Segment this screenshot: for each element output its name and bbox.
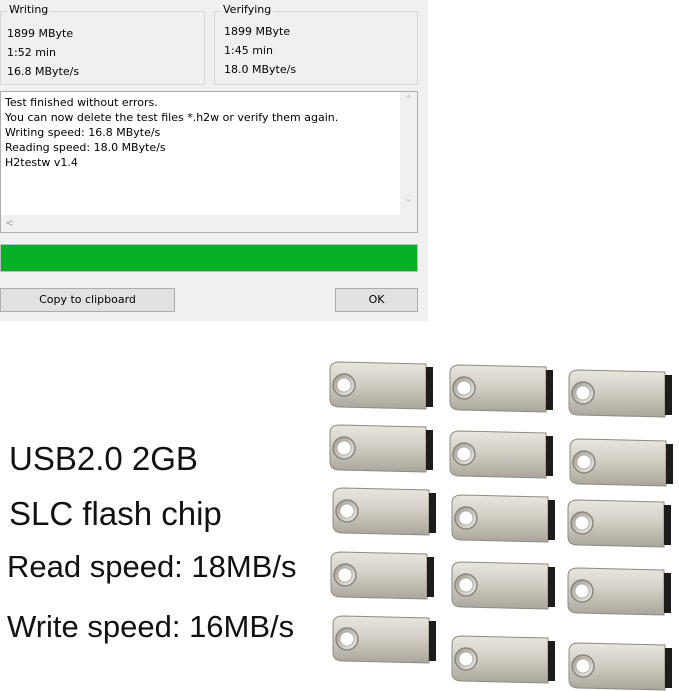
usb-flash-drive-icon (567, 567, 671, 616)
usb-flash-drive-icon (330, 551, 434, 600)
usb-flash-drive-icon (568, 369, 672, 418)
usb-flash-drive-icon (568, 642, 672, 691)
usb-flash-drive-icon (449, 430, 553, 479)
usb-flash-drive-icon (569, 438, 673, 487)
usb-flash-drive-icon (329, 424, 433, 473)
usb-flash-drive-icon (451, 561, 555, 610)
usb-flash-drive-icon (332, 487, 436, 536)
usb-flash-drive-icon (451, 494, 555, 543)
usb-flash-drive-icon (451, 635, 555, 684)
usb-flash-drive-icon (567, 499, 671, 548)
usb-flash-drive-icon (332, 615, 436, 664)
usb-flash-drive-icon (329, 361, 433, 410)
usb-drive-grid (329, 361, 673, 691)
usb-flash-drive-icon (449, 364, 553, 413)
